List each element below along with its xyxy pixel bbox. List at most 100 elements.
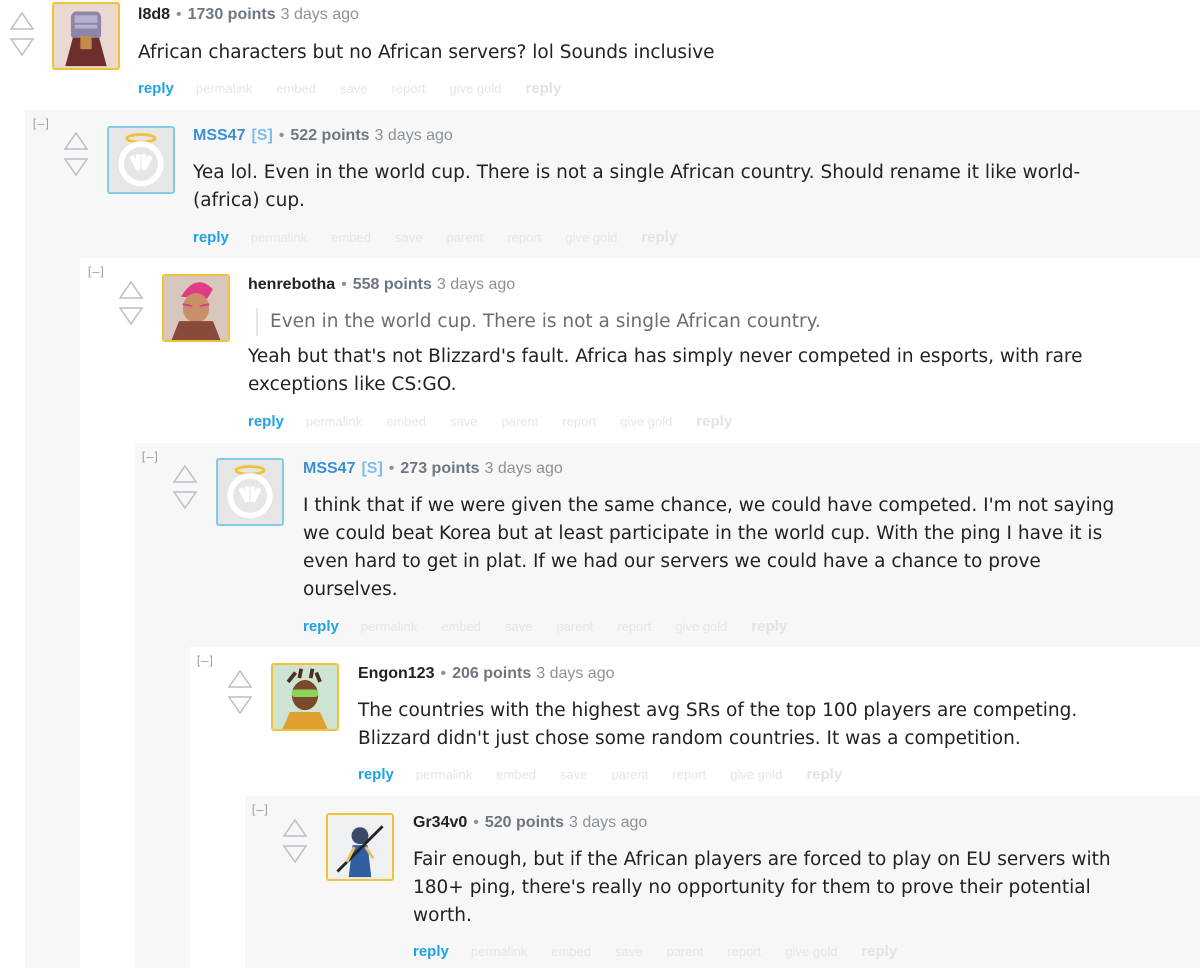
upvote-arrow-icon[interactable] (64, 132, 88, 150)
give-gold-link[interactable]: give gold (620, 414, 672, 429)
reply-link-secondary[interactable]: reply (806, 766, 842, 783)
timestamp[interactable]: 3 days ago (536, 665, 614, 682)
comment-text-line: 180+ ping, there's really no opportunity… (413, 877, 1091, 898)
parent-link[interactable]: parent (556, 619, 593, 634)
avatar[interactable] (271, 663, 339, 731)
embed-link[interactable]: embed (386, 414, 426, 429)
report-link[interactable]: report (727, 944, 761, 959)
comment-text-line: exceptions like CS:GO. (248, 374, 457, 395)
collapse-toggle[interactable]: [–] (250, 803, 270, 817)
parent-link[interactable]: parent (666, 944, 703, 959)
comment-text-line: The countries with the highest avg SRs o… (358, 700, 1078, 721)
upvote-arrow-icon[interactable] (119, 281, 143, 299)
timestamp[interactable]: 3 days ago (375, 127, 453, 144)
reply-link[interactable]: reply (138, 80, 174, 97)
avatar[interactable] (326, 813, 394, 881)
report-link[interactable]: report (562, 414, 596, 429)
downvote-arrow-icon[interactable] (119, 307, 143, 325)
parent-link[interactable]: parent (501, 414, 538, 429)
comment-text-line: ourselves. (303, 579, 398, 600)
comment-meta: l8d8 • 1730 points 3 days ago (138, 6, 359, 24)
reply-link[interactable]: reply (358, 766, 394, 783)
report-link[interactable]: report (672, 767, 706, 782)
embed-link[interactable]: embed (496, 767, 536, 782)
comment-text-line: worth. (413, 905, 472, 926)
reply-link[interactable]: reply (193, 229, 229, 246)
timestamp[interactable]: 3 days ago (569, 814, 647, 831)
report-link[interactable]: report (617, 619, 651, 634)
save-link[interactable]: save (450, 414, 477, 429)
embed-link[interactable]: embed (551, 944, 591, 959)
points: 558 points (352, 276, 432, 293)
give-gold-link[interactable]: give gold (675, 619, 727, 634)
reply-link[interactable]: reply (303, 618, 339, 635)
reply-link-secondary[interactable]: reply (641, 229, 677, 246)
author-link[interactable]: Engon123 (358, 665, 434, 682)
downvote-arrow-icon[interactable] (64, 158, 88, 176)
embed-link[interactable]: embed (441, 619, 481, 634)
comment-actions: reply permalink embed save parent report give … (248, 413, 756, 430)
author-link[interactable]: Gr34v0 (413, 814, 467, 831)
embed-link[interactable]: embed (331, 230, 371, 245)
permalink-link[interactable]: permalink (361, 619, 417, 634)
collapse-toggle[interactable]: [–] (86, 265, 106, 279)
reply-link-secondary[interactable]: reply (525, 80, 561, 97)
reply-link-secondary[interactable]: reply (696, 413, 732, 430)
save-link[interactable]: save (615, 944, 642, 959)
avatar[interactable] (107, 126, 175, 194)
comment-text-line: Yea lol. Even in the world cup. There is… (193, 162, 1081, 183)
submitter-tag[interactable]: [S] (251, 127, 272, 144)
timestamp[interactable]: 3 days ago (485, 460, 563, 477)
comment-actions: reply permalink embed save parent report give … (358, 766, 866, 783)
give-gold-link[interactable]: give gold (730, 767, 782, 782)
give-gold-link[interactable]: give gold (449, 81, 501, 96)
save-link[interactable]: save (505, 619, 532, 634)
avatar[interactable] (52, 2, 120, 70)
downvote-arrow-icon[interactable] (283, 845, 307, 863)
timestamp[interactable]: 3 days ago (437, 276, 515, 293)
upvote-arrow-icon[interactable] (10, 12, 34, 30)
downvote-arrow-icon[interactable] (10, 38, 34, 56)
parent-link[interactable]: parent (446, 230, 483, 245)
comment-actions: reply permalink embed save report give gold re… (138, 80, 585, 97)
upvote-arrow-icon[interactable] (283, 819, 307, 837)
parent-link[interactable]: parent (611, 767, 648, 782)
save-link[interactable]: save (340, 81, 367, 96)
avatar[interactable] (162, 274, 230, 342)
reply-link-secondary[interactable]: reply (751, 618, 787, 635)
permalink-link[interactable]: permalink (471, 944, 527, 959)
permalink-link[interactable]: permalink (416, 767, 472, 782)
author-link[interactable]: l8d8 (138, 6, 170, 23)
author-link[interactable]: MSS47 (193, 127, 245, 144)
report-link[interactable]: report (391, 81, 425, 96)
points: 520 points (484, 814, 565, 831)
give-gold-link[interactable]: give gold (565, 230, 617, 245)
permalink-link[interactable]: permalink (306, 414, 362, 429)
save-link[interactable]: save (395, 230, 422, 245)
reply-link[interactable]: reply (248, 413, 284, 430)
timestamp[interactable]: 3 days ago (281, 6, 359, 23)
permalink-link[interactable]: permalink (251, 230, 307, 245)
upvote-arrow-icon[interactable] (228, 670, 252, 688)
collapse-toggle[interactable]: [–] (140, 450, 160, 464)
give-gold-link[interactable]: give gold (785, 944, 837, 959)
reply-link[interactable]: reply (413, 943, 449, 960)
comment-body: Yea lol. Even in the world cup. There is… (193, 159, 1080, 215)
upvote-arrow-icon[interactable] (173, 465, 197, 483)
submitter-tag[interactable]: [S] (361, 460, 382, 477)
author-link[interactable]: henrebotha (248, 276, 335, 293)
collapse-toggle[interactable]: [–] (195, 654, 215, 668)
separator: • (388, 460, 395, 477)
comment-text-line: Blizzard didn't just chose some random c… (358, 728, 1021, 749)
downvote-arrow-icon[interactable] (173, 491, 197, 509)
embed-link[interactable]: embed (276, 81, 316, 96)
downvote-arrow-icon[interactable] (228, 696, 252, 714)
save-link[interactable]: save (560, 767, 587, 782)
author-link[interactable]: MSS47 (303, 460, 355, 477)
avatar[interactable] (216, 458, 284, 526)
report-link[interactable]: report (507, 230, 541, 245)
comment-meta: henrebotha • 558 points 3 days ago (248, 276, 515, 294)
collapse-toggle[interactable]: [–] (31, 117, 51, 131)
permalink-link[interactable]: permalink (196, 81, 252, 96)
reply-link-secondary[interactable]: reply (861, 943, 897, 960)
